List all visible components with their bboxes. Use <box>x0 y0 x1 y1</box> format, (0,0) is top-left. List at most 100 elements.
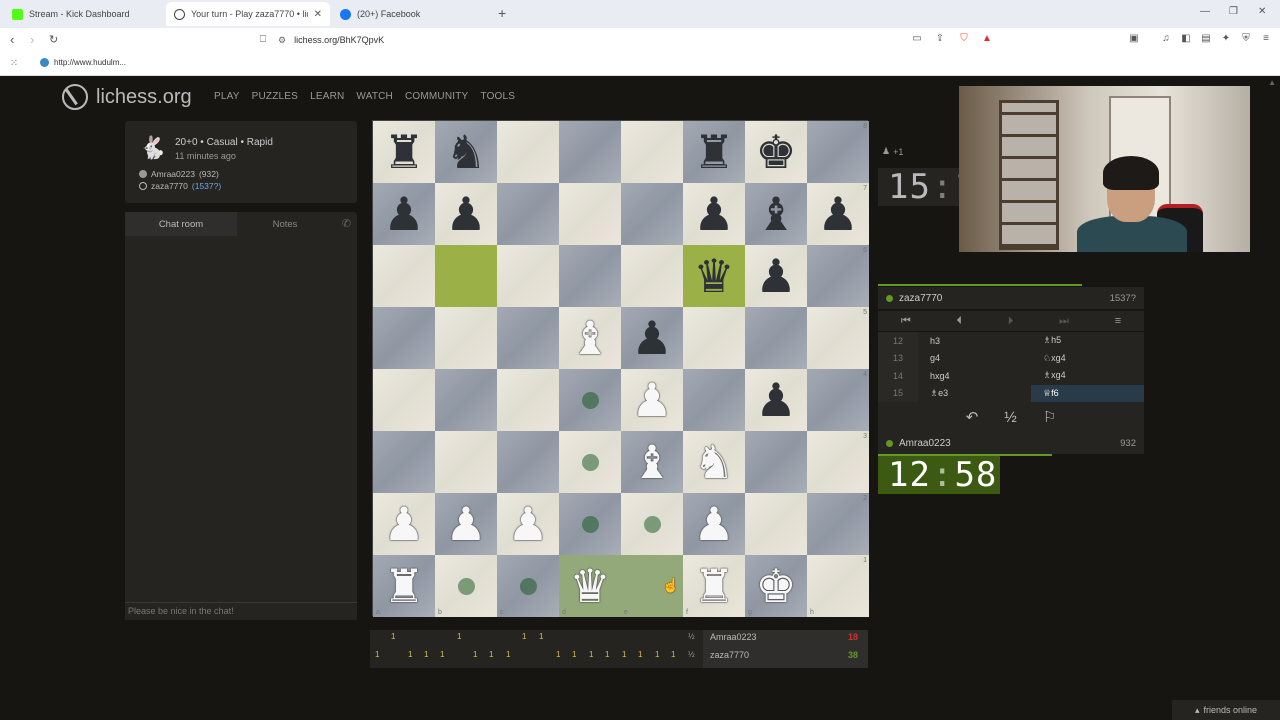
move-destination-dot[interactable] <box>581 391 599 409</box>
chess-board[interactable]: ♜ ♞ ♜ ♚ 8 ♟ ♟ ♟ ♝ ♟ 7 ♛ ♟ 6 ♝ ♟ 5 ♟ ♟ 4 ♝ ♞ 3 ♟ ♟ ♟ ♟ 2 ♜ a b c ♛ d e ♜ f ♚ g 1… <box>372 120 869 617</box>
square-d1[interactable]: ♛ d <box>559 555 621 617</box>
square-e7[interactable] <box>621 183 683 245</box>
square-g6[interactable]: ♟ <box>745 245 807 307</box>
square-c6[interactable] <box>497 245 559 307</box>
black-move[interactable]: ♗h5 <box>1031 332 1144 350</box>
last-move-icon[interactable]: ⏭ <box>1059 315 1069 328</box>
takeback-icon[interactable]: ↶ <box>966 408 979 426</box>
square-a8[interactable]: ♜ <box>373 121 435 183</box>
resign-flag-icon[interactable]: ⚐ <box>1043 408 1056 426</box>
black-rook-icon[interactable]: ♜ <box>383 129 424 175</box>
white-move[interactable]: g4 <box>918 350 1031 368</box>
square-d8[interactable] <box>559 121 621 183</box>
move-destination-dot[interactable] <box>519 577 537 595</box>
black-queen-icon[interactable]: ♛ <box>693 253 734 299</box>
square-a3[interactable] <box>373 431 435 493</box>
tab-notes[interactable]: Notes <box>237 212 333 236</box>
menu-icon[interactable]: ≡ <box>1260 33 1272 45</box>
first-move-icon[interactable]: ⏮ <box>901 315 911 328</box>
white-pawn-icon[interactable]: ♟ <box>383 501 424 547</box>
wallet-icon[interactable]: ▤ <box>1200 33 1212 45</box>
black-pawn-icon[interactable]: ♟ <box>755 253 796 299</box>
square-b7[interactable]: ♟ <box>435 183 497 245</box>
tab-kick[interactable]: Stream - Kick Dashboard <box>4 2 166 26</box>
square-f7[interactable]: ♟ <box>683 183 745 245</box>
black-move[interactable]: ♘xg4 <box>1031 350 1144 368</box>
site-info-icon[interactable]: ⚙ <box>278 35 286 46</box>
player-row[interactable]: Amraa0223 932 <box>878 432 1144 454</box>
square-e6[interactable] <box>621 245 683 307</box>
square-a7[interactable]: ♟ <box>373 183 435 245</box>
square-g3[interactable] <box>745 431 807 493</box>
prev-move-icon[interactable]: ⏴ <box>957 315 963 328</box>
white-move[interactable]: ♗e3 <box>918 385 1031 403</box>
next-move-icon[interactable]: ⏵ <box>1008 315 1014 328</box>
white-bishop-icon[interactable]: ♝ <box>569 315 610 361</box>
square-f8[interactable]: ♜ <box>683 121 745 183</box>
cast-icon[interactable]: ▭ <box>911 33 923 45</box>
square-h4[interactable]: 4 <box>807 369 869 431</box>
offer-draw-button[interactable]: ½ <box>1004 409 1017 426</box>
forward-icon[interactable]: › <box>30 32 34 47</box>
square-b1[interactable]: b <box>435 555 497 617</box>
menu-icon[interactable]: ≡ <box>1115 315 1121 327</box>
share-icon[interactable]: ⇪ <box>934 33 946 45</box>
square-h3[interactable]: 3 <box>807 431 869 493</box>
move-destination-dot[interactable] <box>643 515 661 533</box>
square-h5[interactable]: 5 <box>807 307 869 369</box>
tab-facebook[interactable]: (20+) Facebook <box>332 2 494 26</box>
white-rook-icon[interactable]: ♜ <box>383 563 424 609</box>
square-a4[interactable] <box>373 369 435 431</box>
ct-white-name[interactable]: Amraa0223 <box>710 632 757 642</box>
square-h7[interactable]: ♟ 7 <box>807 183 869 245</box>
square-f2[interactable]: ♟ <box>683 493 745 555</box>
square-f3[interactable]: ♞ <box>683 431 745 493</box>
square-g2[interactable] <box>745 493 807 555</box>
scroll-up-icon[interactable]: ▲ <box>1268 78 1276 87</box>
black-pawn-icon[interactable]: ♟ <box>693 191 734 237</box>
black-king-icon[interactable]: ♚ <box>755 129 796 175</box>
square-e5[interactable]: ♟ <box>621 307 683 369</box>
black-pawn-icon[interactable]: ♟ <box>755 377 796 423</box>
black-bishop-icon[interactable]: ♝ <box>755 191 796 237</box>
tab-lichess[interactable]: Your turn - Play zaza7770 • liche ✕ <box>166 2 330 26</box>
friends-online-button[interactable]: ▴ friends online <box>1172 700 1280 720</box>
white-move[interactable]: hxg4 <box>918 367 1031 385</box>
ct-black-name[interactable]: zaza7770 <box>710 650 749 660</box>
white-player[interactable]: Amraa0223 (932) <box>139 169 219 179</box>
black-move-current[interactable]: ♕f6 <box>1031 384 1144 402</box>
square-g5[interactable] <box>745 307 807 369</box>
square-d3[interactable] <box>559 431 621 493</box>
square-g8[interactable]: ♚ <box>745 121 807 183</box>
white-rook-icon[interactable]: ♜ <box>693 563 734 609</box>
apps-grid-icon[interactable]: ⁙ <box>8 58 20 70</box>
white-pawn-icon[interactable]: ♟ <box>507 501 548 547</box>
white-knight-icon[interactable]: ♞ <box>693 439 734 485</box>
black-pawn-icon[interactable]: ♟ <box>383 191 424 237</box>
square-c3[interactable] <box>497 431 559 493</box>
white-king-icon[interactable]: ♚ <box>755 563 796 609</box>
leo-ai-icon[interactable]: ✦ <box>1220 33 1232 45</box>
brave-rewards-icon[interactable]: ▲ <box>981 33 993 45</box>
square-b6[interactable] <box>435 245 497 307</box>
square-b3[interactable] <box>435 431 497 493</box>
white-queen-icon[interactable]: ♛ <box>569 563 610 609</box>
square-e4[interactable]: ♟ <box>621 369 683 431</box>
square-d7[interactable] <box>559 183 621 245</box>
nav-puzzles[interactable]: PUZZLES <box>252 91 298 102</box>
square-f6[interactable]: ♛ <box>683 245 745 307</box>
minimize-icon[interactable]: — <box>1200 6 1210 17</box>
new-tab-button[interactable]: + <box>498 5 506 21</box>
move-destination-dot[interactable] <box>581 515 599 533</box>
square-d4[interactable] <box>559 369 621 431</box>
vpn-icon[interactable]: ⛨ <box>1240 33 1252 45</box>
square-h6[interactable]: 6 <box>807 245 869 307</box>
square-c8[interactable] <box>497 121 559 183</box>
square-c1[interactable]: c <box>497 555 559 617</box>
square-f1[interactable]: ♜ f <box>683 555 745 617</box>
square-e8[interactable] <box>621 121 683 183</box>
square-a5[interactable] <box>373 307 435 369</box>
square-f4[interactable] <box>683 369 745 431</box>
move-destination-dot[interactable] <box>457 577 475 595</box>
black-pawn-icon[interactable]: ♟ <box>631 315 672 361</box>
